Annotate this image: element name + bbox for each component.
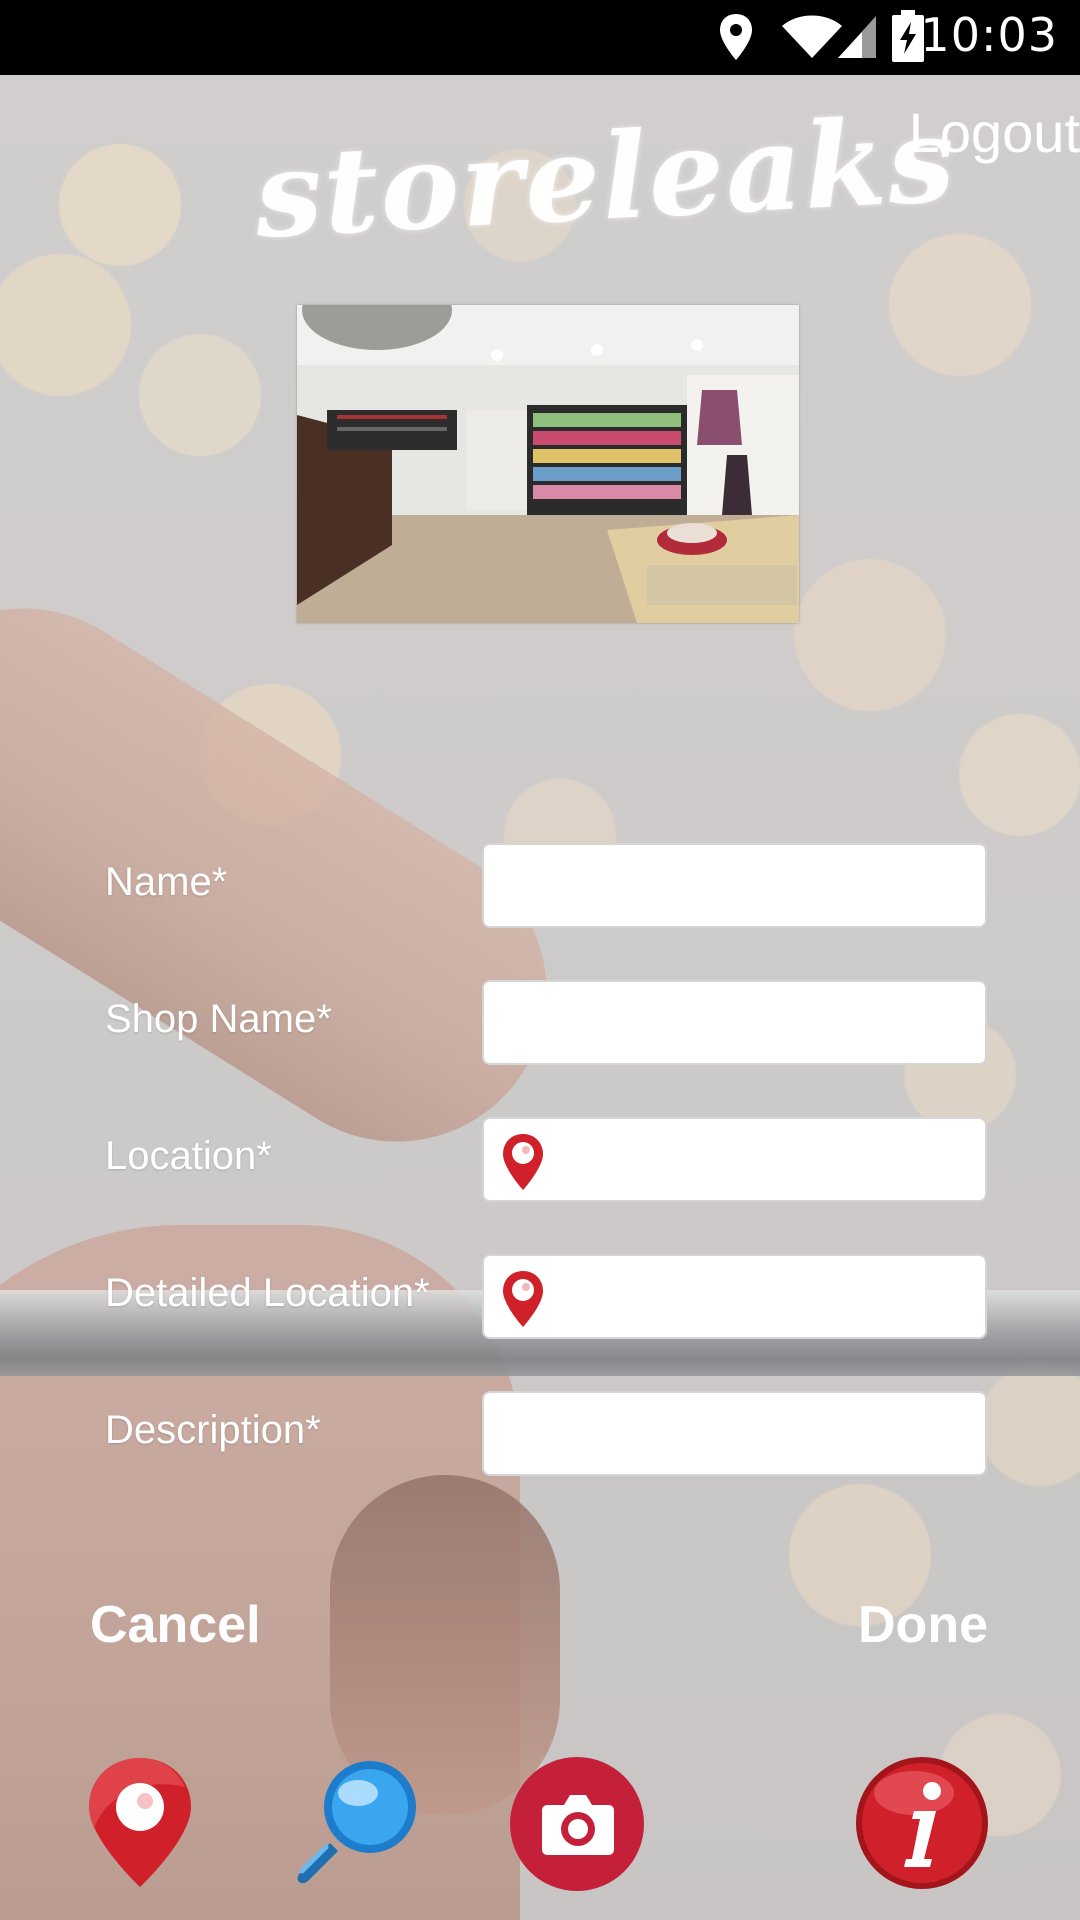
form-row-detailed-location: Detailed Location* [0, 1251, 1080, 1341]
status-bar: 10:03 [0, 0, 1080, 75]
map-pin-icon[interactable] [500, 1132, 546, 1192]
done-button[interactable]: Done [858, 1595, 988, 1655]
shop-name-label: Shop Name* [105, 997, 332, 1041]
signal-icon [838, 16, 876, 58]
location-input[interactable] [482, 1117, 987, 1202]
location-label: Location* [105, 1134, 272, 1178]
form-row-location: Location* [0, 1114, 1080, 1204]
form-row-description: Description* [0, 1388, 1080, 1478]
map-pin-icon[interactable] [500, 1269, 546, 1329]
status-time: 10:03 [920, 8, 1058, 62]
description-input[interactable] [482, 1391, 987, 1476]
location-icon [720, 14, 752, 60]
detailed-location-label: Detailed Location* [105, 1271, 430, 1315]
detailed-location-input[interactable] [482, 1254, 987, 1339]
form-row-shop-name: Shop Name* [0, 977, 1080, 1067]
name-input[interactable] [482, 843, 987, 928]
camera-icon[interactable] [508, 1755, 646, 1893]
shop-name-input[interactable] [482, 980, 987, 1065]
name-label: Name* [105, 860, 228, 904]
logout-button[interactable]: Logout [909, 100, 1080, 165]
app-logo: storeleaks [251, 89, 960, 265]
store-photo[interactable] [297, 305, 799, 623]
info-icon[interactable] [854, 1755, 990, 1891]
description-label: Description* [105, 1408, 321, 1452]
map-marker-icon[interactable] [85, 1755, 195, 1890]
battery-charging-icon [892, 10, 924, 62]
form-row-name: Name* [0, 840, 1080, 930]
magnifier-icon[interactable] [290, 1755, 425, 1890]
cancel-button[interactable]: Cancel [90, 1595, 261, 1655]
wifi-icon [782, 15, 842, 58]
